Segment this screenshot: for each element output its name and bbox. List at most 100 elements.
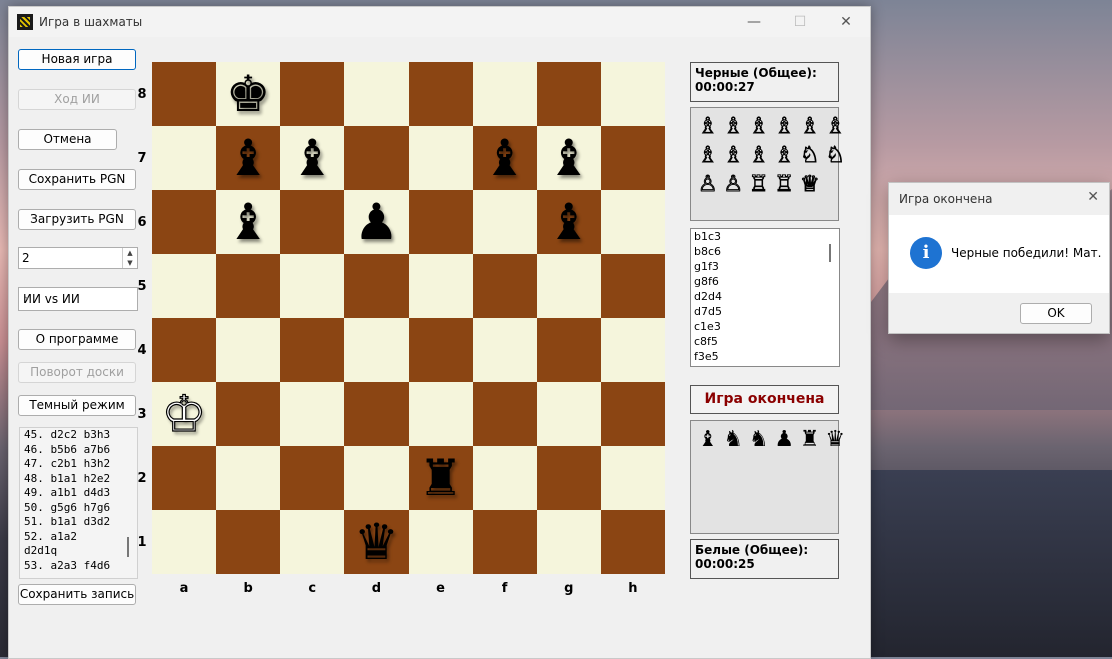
move-log-scrollbar[interactable]: [127, 537, 129, 557]
square-c1[interactable]: [280, 510, 345, 574]
history-item[interactable]: f3e5: [691, 349, 839, 364]
new-game-button[interactable]: Новая игра: [18, 49, 136, 70]
square-c3[interactable]: [280, 382, 345, 446]
square-f5[interactable]: [472, 254, 537, 318]
black-pawn-d6[interactable]: ♟: [344, 190, 408, 254]
square-a7[interactable]: [152, 126, 217, 190]
close-button[interactable]: ✕: [823, 11, 869, 33]
square-b6[interactable]: ♝: [216, 190, 281, 254]
history-item[interactable]: g8f6: [691, 274, 839, 289]
square-h8[interactable]: [600, 62, 665, 126]
ai-move-button[interactable]: Ход ИИ: [18, 89, 136, 110]
square-b1[interactable]: [216, 510, 281, 574]
square-b4[interactable]: [216, 318, 281, 382]
square-c4[interactable]: [280, 318, 345, 382]
save-pgn-button[interactable]: Сохранить PGN: [18, 169, 136, 190]
square-f7[interactable]: ♝: [472, 126, 537, 190]
square-a6[interactable]: [152, 190, 217, 254]
square-g8[interactable]: [536, 62, 601, 126]
chess-board[interactable]: ♚ ♝ ♝ ♝ ♝ ♝ ♟ ♝ ♔ ♜ ♛: [152, 62, 665, 574]
square-g3[interactable]: [536, 382, 601, 446]
black-bishop-g7[interactable]: ♝: [537, 126, 601, 190]
history-item[interactable]: c8f5: [691, 334, 839, 349]
square-g5[interactable]: [536, 254, 601, 318]
black-bishop-b6[interactable]: ♝: [216, 190, 280, 254]
square-d4[interactable]: [344, 318, 409, 382]
square-h6[interactable]: [600, 190, 665, 254]
dark-mode-button[interactable]: Темный режим: [18, 395, 136, 416]
white-king-a3[interactable]: ♔: [152, 382, 216, 446]
square-h7[interactable]: [600, 126, 665, 190]
square-f2[interactable]: [472, 446, 537, 510]
square-a5[interactable]: [152, 254, 217, 318]
undo-button[interactable]: Отмена: [18, 129, 117, 150]
move-log[interactable]: 45. d2c2 b3h3 46. b5b6 a7b6 47. c2b1 h3h2 4…: [19, 427, 138, 579]
history-item[interactable]: b1c3: [691, 229, 839, 244]
square-d6[interactable]: ♟: [344, 190, 409, 254]
history-item[interactable]: c1e3: [691, 319, 839, 334]
square-d8[interactable]: [344, 62, 409, 126]
history-item[interactable]: b8c6: [691, 244, 839, 259]
square-g7[interactable]: ♝: [536, 126, 601, 190]
square-e2[interactable]: ♜: [408, 446, 473, 510]
flip-board-button[interactable]: Поворот доски: [18, 362, 136, 383]
square-b2[interactable]: [216, 446, 281, 510]
square-e5[interactable]: [408, 254, 473, 318]
square-h3[interactable]: [600, 382, 665, 446]
square-a8[interactable]: [152, 62, 217, 126]
square-e1[interactable]: [408, 510, 473, 574]
square-b8[interactable]: ♚: [216, 62, 281, 126]
square-e6[interactable]: [408, 190, 473, 254]
move-history-list[interactable]: b1c3 b8c6 g1f3 g8f6 d2d4 d7d5 c1e3 c8f5 f3e5: [690, 228, 840, 367]
maximize-button[interactable]: ☐: [777, 11, 823, 33]
square-f8[interactable]: [472, 62, 537, 126]
black-rook-e2[interactable]: ♜: [409, 446, 473, 510]
square-a4[interactable]: [152, 318, 217, 382]
square-d2[interactable]: [344, 446, 409, 510]
black-bishop-g6[interactable]: ♝: [537, 190, 601, 254]
square-g6[interactable]: ♝: [536, 190, 601, 254]
square-e8[interactable]: [408, 62, 473, 126]
square-d5[interactable]: [344, 254, 409, 318]
history-item[interactable]: g1f3: [691, 259, 839, 274]
square-a1[interactable]: [152, 510, 217, 574]
square-b3[interactable]: [216, 382, 281, 446]
square-d1[interactable]: ♛: [344, 510, 409, 574]
depth-value[interactable]: 2: [22, 251, 30, 265]
depth-spinner[interactable]: 2 ▲ ▼: [18, 247, 138, 269]
square-f3[interactable]: [472, 382, 537, 446]
square-d7[interactable]: [344, 126, 409, 190]
square-f1[interactable]: [472, 510, 537, 574]
square-g4[interactable]: [536, 318, 601, 382]
square-c7[interactable]: ♝: [280, 126, 345, 190]
square-h5[interactable]: [600, 254, 665, 318]
history-item[interactable]: d2d4: [691, 289, 839, 304]
square-f4[interactable]: [472, 318, 537, 382]
square-e4[interactable]: [408, 318, 473, 382]
history-scrollbar[interactable]: [829, 244, 831, 262]
square-a3[interactable]: ♔: [152, 382, 217, 446]
title-bar[interactable]: Игра в шахматы — ☐ ✕: [9, 7, 870, 37]
save-record-button[interactable]: Сохранить запись: [18, 584, 136, 605]
square-c2[interactable]: [280, 446, 345, 510]
black-bishop-c7[interactable]: ♝: [280, 126, 344, 190]
square-g2[interactable]: [536, 446, 601, 510]
square-f6[interactable]: [472, 190, 537, 254]
square-c5[interactable]: [280, 254, 345, 318]
minimize-button[interactable]: —: [731, 11, 777, 33]
square-e7[interactable]: [408, 126, 473, 190]
black-king-b8[interactable]: ♚: [216, 62, 280, 126]
about-button[interactable]: О программе: [18, 329, 136, 350]
square-h4[interactable]: [600, 318, 665, 382]
black-bishop-f7[interactable]: ♝: [473, 126, 537, 190]
square-b7[interactable]: ♝: [216, 126, 281, 190]
square-h2[interactable]: [600, 446, 665, 510]
square-c6[interactable]: [280, 190, 345, 254]
ok-button[interactable]: OK: [1020, 303, 1092, 324]
square-a2[interactable]: [152, 446, 217, 510]
square-h1[interactable]: [600, 510, 665, 574]
square-b5[interactable]: [216, 254, 281, 318]
square-e3[interactable]: [408, 382, 473, 446]
black-queen-d1[interactable]: ♛: [344, 510, 408, 574]
load-pgn-button[interactable]: Загрузить PGN: [18, 209, 136, 230]
